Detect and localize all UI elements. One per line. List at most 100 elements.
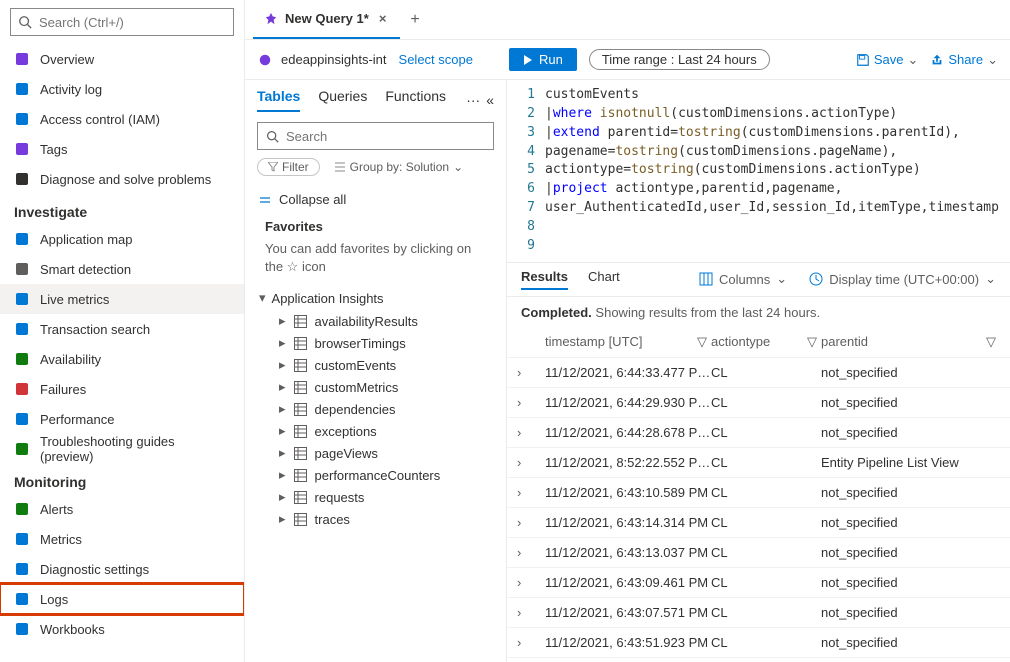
time-range-picker[interactable]: Time range : Last 24 hours: [589, 49, 770, 70]
nav-item-appmap[interactable]: Application map: [0, 224, 244, 254]
table-item-performanceCounters[interactable]: ▸performanceCounters: [245, 464, 506, 486]
table-item-customMetrics[interactable]: ▸customMetrics: [245, 376, 506, 398]
chevron-right-icon: ▸: [279, 401, 286, 417]
nav-item-tag[interactable]: Tags: [0, 134, 244, 164]
grid-row[interactable]: ›11/12/2021, 6:44:29.930 P…CLnot_specifi…: [507, 388, 1010, 418]
tree-group-label: Application Insights: [272, 291, 384, 306]
logs-icon: [14, 591, 30, 607]
panel-tabs: Tables Queries Functions ··· «: [245, 80, 506, 112]
filter-icon[interactable]: ▽: [697, 334, 711, 350]
nav-item-activity[interactable]: Activity log: [0, 74, 244, 104]
groupby-button[interactable]: Group by: Solution ⌄: [334, 160, 463, 174]
sidebar-search-input[interactable]: [39, 15, 227, 30]
table-item-traces[interactable]: ▸traces: [245, 508, 506, 530]
table-item-pageViews[interactable]: ▸pageViews: [245, 442, 506, 464]
table-item-exceptions[interactable]: ▸exceptions: [245, 420, 506, 442]
grid-row[interactable]: ›11/12/2021, 6:43:51.923 PMCLnot_specifi…: [507, 628, 1010, 658]
table-icon: [294, 469, 307, 482]
table-item-browserTimings[interactable]: ▸browserTimings: [245, 332, 506, 354]
select-scope-link[interactable]: Select scope: [399, 52, 473, 67]
nav-item-diag[interactable]: Diagnostic settings: [0, 554, 244, 584]
nav-item-avail[interactable]: Availability: [0, 344, 244, 374]
expand-row-button[interactable]: ›: [517, 485, 541, 500]
panel-tab-functions[interactable]: Functions: [385, 88, 446, 112]
filter-label: Filter: [282, 160, 309, 174]
expand-row-button[interactable]: ›: [517, 455, 541, 470]
filter-icon[interactable]: ▽: [986, 334, 1000, 350]
table-item-dependencies[interactable]: ▸dependencies: [245, 398, 506, 420]
col-parentid[interactable]: parentid: [821, 334, 868, 350]
nav-item-guide[interactable]: Troubleshooting guides (preview): [0, 434, 244, 464]
grid-row[interactable]: ›11/12/2021, 6:43:14.314 PMCLnot_specifi…: [507, 508, 1010, 538]
panel-tab-tables[interactable]: Tables: [257, 88, 300, 112]
table-item-requests[interactable]: ▸requests: [245, 486, 506, 508]
nav-item-smart[interactable]: Smart detection: [0, 254, 244, 284]
grid-row[interactable]: ›11/12/2021, 6:43:10.589 PMCLnot_specifi…: [507, 478, 1010, 508]
nav-item-wb[interactable]: Workbooks: [0, 614, 244, 644]
new-tab-button[interactable]: +: [406, 11, 423, 29]
filter-icon[interactable]: ▽: [807, 334, 821, 350]
nav: OverviewActivity logAccess control (IAM)…: [0, 40, 244, 648]
col-timestamp[interactable]: timestamp [UTC]: [545, 334, 643, 350]
nav-item-diagnose[interactable]: Diagnose and solve problems: [0, 164, 244, 194]
tree-group-header[interactable]: ▾ Application Insights: [245, 286, 506, 310]
chevron-right-icon: ▸: [279, 379, 286, 395]
tab-close-button[interactable]: ×: [375, 11, 391, 26]
expand-row-button[interactable]: ›: [517, 575, 541, 590]
table-item-availabilityResults[interactable]: ▸availabilityResults: [245, 310, 506, 332]
favorites-hint: You can add favorites by clicking on the…: [245, 238, 506, 286]
grid-row[interactable]: ›11/12/2021, 8:52:22.552 P…CLEntity Pipe…: [507, 448, 1010, 478]
query-tab[interactable]: New Query 1* ×: [253, 0, 400, 39]
expand-row-button[interactable]: ›: [517, 635, 541, 650]
nav-item-metrics[interactable]: Metrics: [0, 524, 244, 554]
main: New Query 1* × + edeappinsights-int Sele…: [245, 0, 1010, 662]
chevron-down-icon: ⌄: [776, 271, 787, 287]
grid-row[interactable]: ›11/12/2021, 6:43:07.571 PMCLnot_specifi…: [507, 598, 1010, 628]
columns-button[interactable]: Columns ⌄: [699, 271, 787, 287]
query-editor[interactable]: 1customEvents2|where isnotnull(customDim…: [507, 80, 1010, 263]
expand-icon[interactable]: «: [486, 92, 494, 108]
sidebar-search[interactable]: [10, 8, 234, 36]
nav-item-access[interactable]: Access control (IAM): [0, 104, 244, 134]
nav-item-tsearch[interactable]: Transaction search: [0, 314, 244, 344]
share-button[interactable]: Share ⌄: [930, 52, 998, 68]
panel-search[interactable]: [257, 122, 494, 150]
nav-item-logs[interactable]: Logs: [0, 584, 244, 614]
panel-tab-queries[interactable]: Queries: [318, 88, 367, 112]
grid-row[interactable]: ›11/12/2021, 6:43:09.461 PMCLnot_specifi…: [507, 568, 1010, 598]
nav-item-live[interactable]: Live metrics: [0, 284, 244, 314]
table-icon: [294, 447, 307, 460]
grid-row[interactable]: ›11/12/2021, 6:43:13.037 PMCLnot_specifi…: [507, 538, 1010, 568]
run-button[interactable]: Run: [509, 48, 577, 71]
nav-item-overview[interactable]: Overview: [0, 44, 244, 74]
expand-row-button[interactable]: ›: [517, 365, 541, 380]
col-actiontype[interactable]: actiontype: [711, 334, 770, 350]
expand-row-button[interactable]: ›: [517, 515, 541, 530]
collapse-all-button[interactable]: Collapse all: [245, 184, 506, 215]
save-button[interactable]: Save ⌄: [856, 52, 919, 68]
cell-timestamp: 11/12/2021, 6:43:09.461 PM: [541, 575, 711, 590]
table-icon: [294, 513, 307, 526]
table-item-customEvents[interactable]: ▸customEvents: [245, 354, 506, 376]
panel-overflow[interactable]: ··· «: [466, 88, 494, 112]
expand-row-button[interactable]: ›: [517, 605, 541, 620]
grid-row[interactable]: ›11/12/2021, 6:44:28.678 P…CLnot_specifi…: [507, 418, 1010, 448]
expand-row-button[interactable]: ›: [517, 395, 541, 410]
nav-item-fail[interactable]: Failures: [0, 374, 244, 404]
expand-row-button[interactable]: ›: [517, 545, 541, 560]
nav-item-perf[interactable]: Performance: [0, 404, 244, 434]
grid-row[interactable]: ›11/12/2021, 6:43:55.059 P…CLnot_specifi…: [507, 658, 1010, 662]
expand-row-button[interactable]: ›: [517, 425, 541, 440]
grid-row[interactable]: ›11/12/2021, 6:44:33.477 P…CLnot_specifi…: [507, 358, 1010, 388]
nav-item-alerts[interactable]: Alerts: [0, 494, 244, 524]
nav-label: Tags: [40, 142, 67, 157]
panel-search-input[interactable]: [286, 129, 487, 144]
table-icon: [294, 337, 307, 350]
nav-label: Troubleshooting guides (preview): [40, 434, 230, 464]
chevron-right-icon: ▸: [279, 313, 286, 329]
results-tab-results[interactable]: Results: [521, 269, 568, 290]
display-time-button[interactable]: Display time (UTC+00:00) ⌄: [809, 271, 996, 287]
more-icon[interactable]: ···: [466, 92, 480, 108]
filter-button[interactable]: Filter: [257, 158, 320, 176]
results-tab-chart[interactable]: Chart: [588, 269, 620, 290]
